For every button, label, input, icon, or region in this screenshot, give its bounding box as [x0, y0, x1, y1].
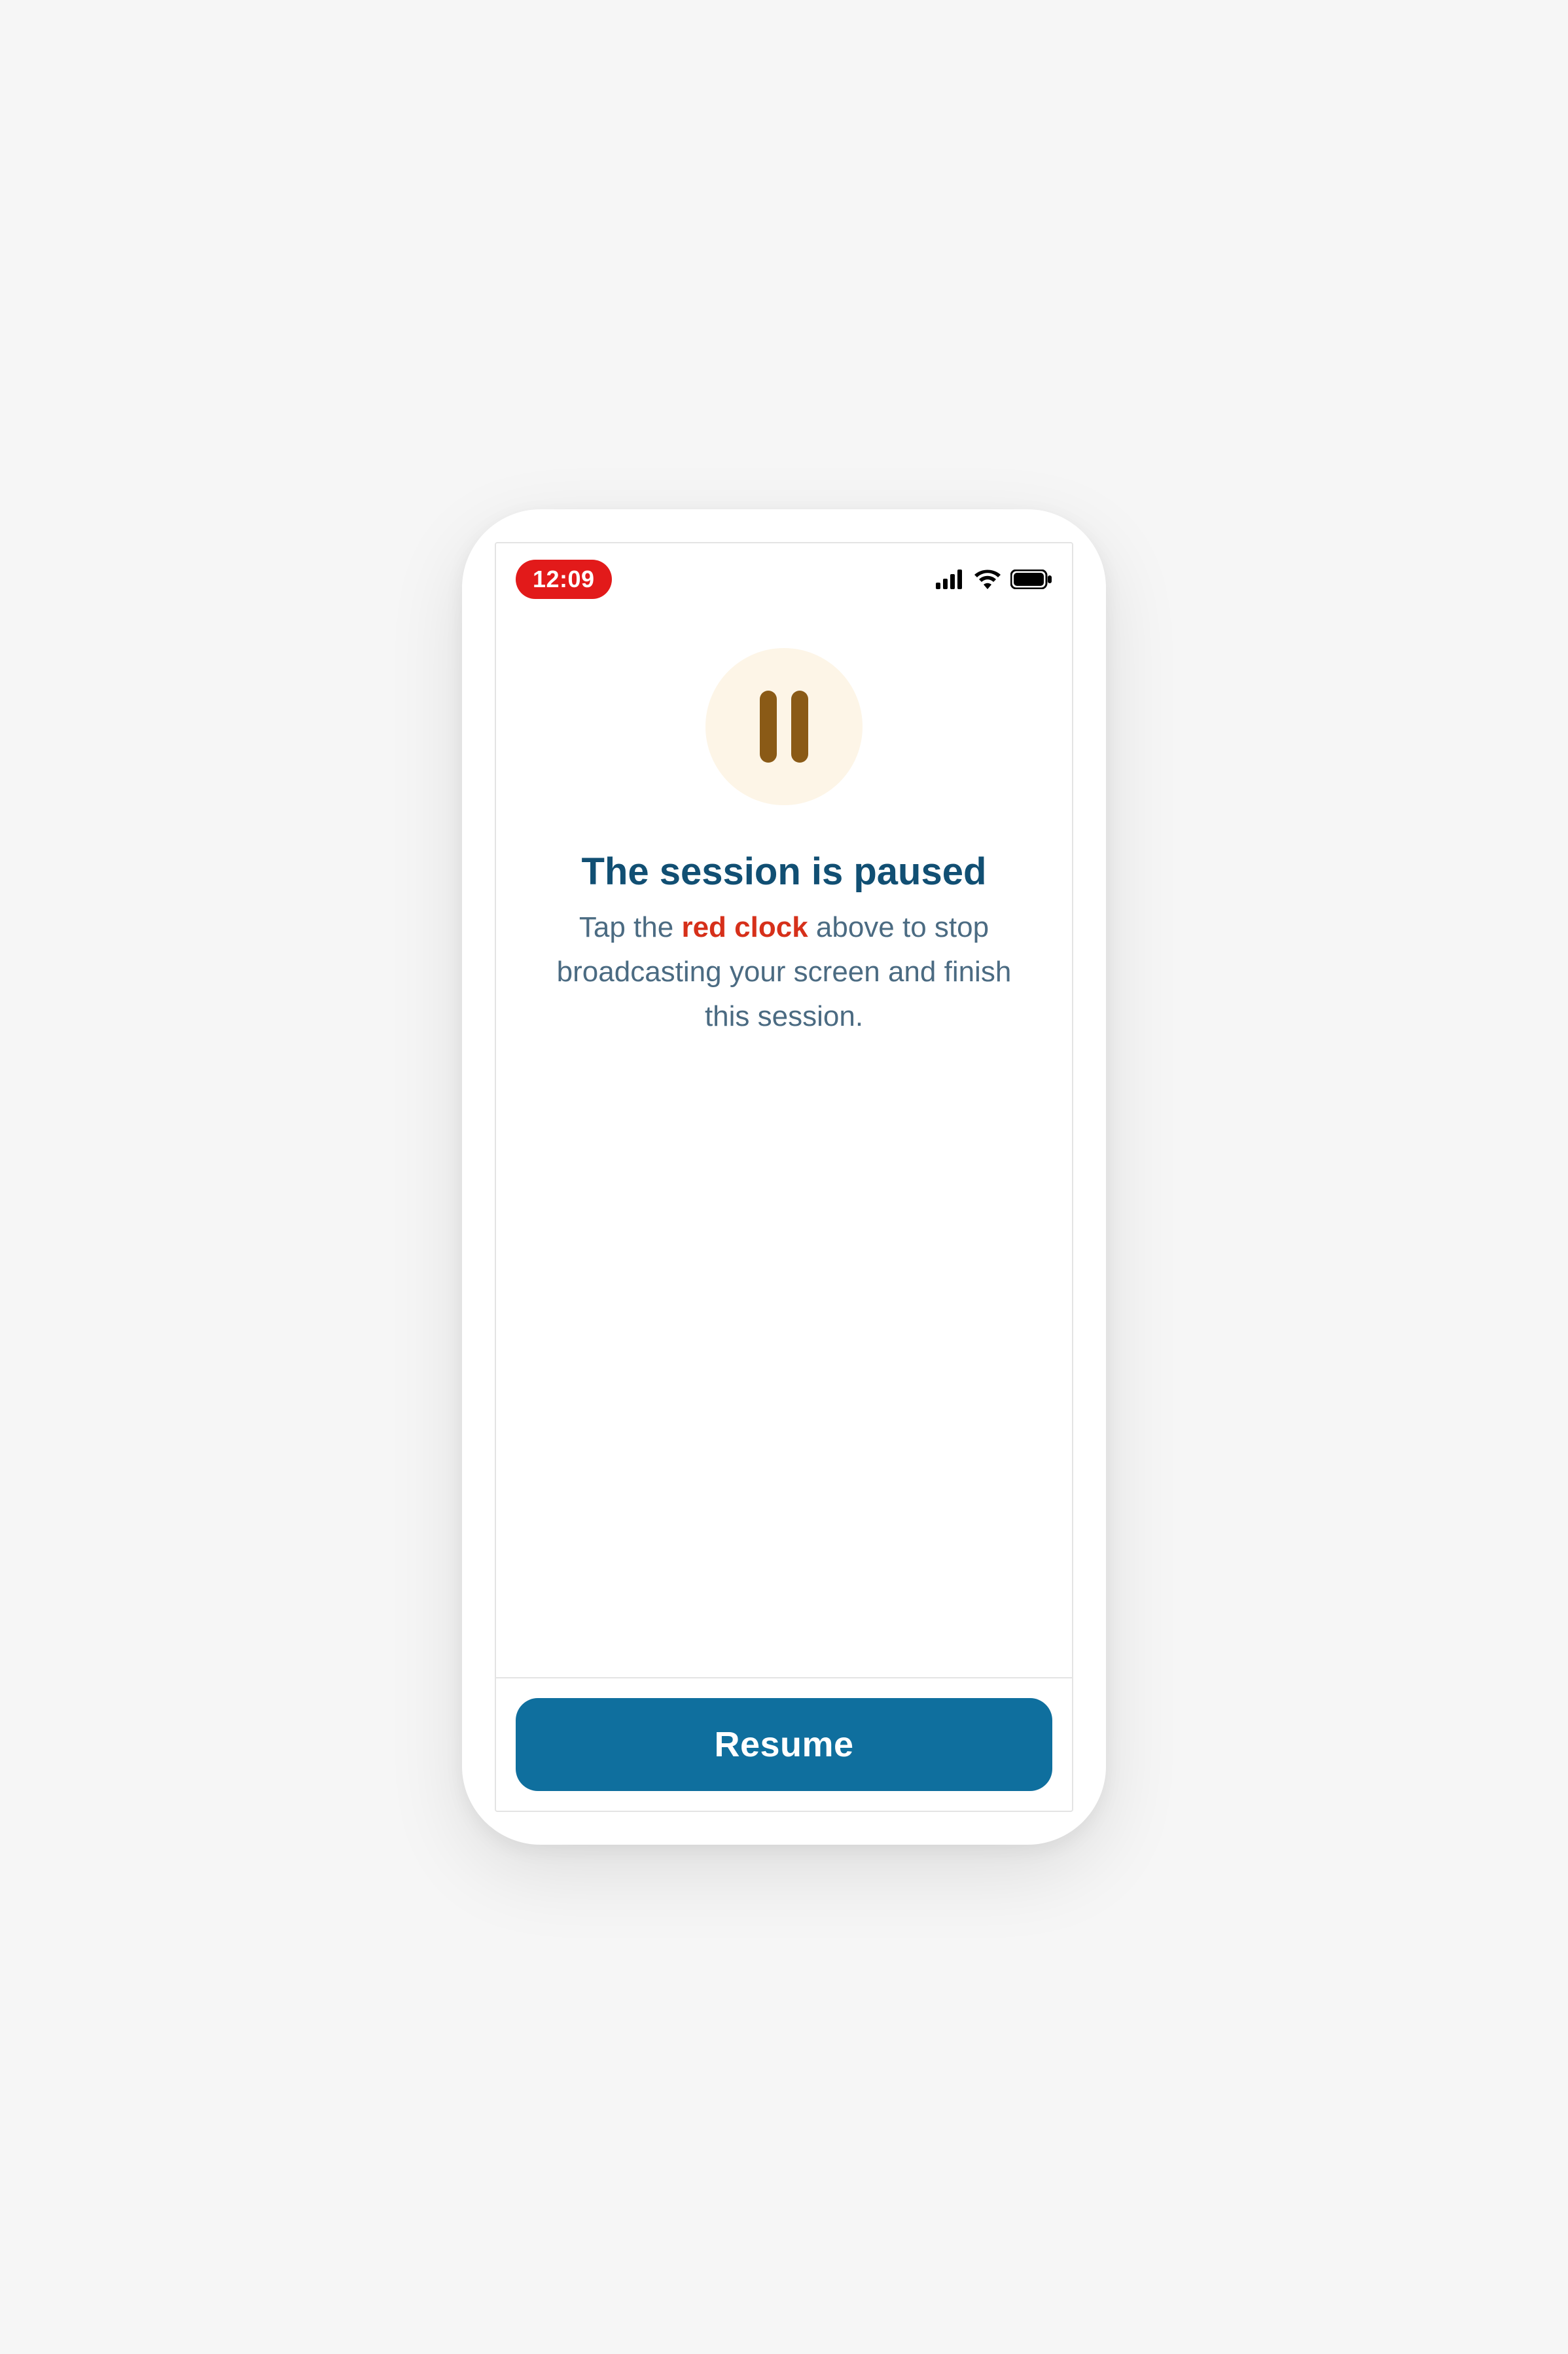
pause-description: Tap the red clock above to stop broadcas… [535, 905, 1033, 1040]
pause-icon [705, 648, 863, 805]
status-time: 12:09 [533, 560, 595, 599]
cellular-signal-icon [936, 570, 965, 589]
footer: Resume [496, 1677, 1072, 1811]
pause-description-highlight: red clock [681, 911, 808, 943]
status-bar: 12:09 [496, 543, 1072, 615]
resume-button[interactable]: Resume [516, 1698, 1052, 1791]
main-content: The session is paused Tap the red clock … [496, 615, 1072, 1677]
pause-bar-right [791, 691, 808, 763]
pause-description-pre: Tap the [579, 911, 682, 943]
stage: 12:09 [0, 0, 1568, 2354]
phone-frame: 12:09 [462, 509, 1106, 1845]
pause-title: The session is paused [582, 850, 987, 894]
phone-screen: 12:09 [495, 542, 1073, 1812]
pause-bar-left [760, 691, 777, 763]
wifi-icon [974, 570, 1001, 589]
status-indicators [936, 570, 1052, 589]
recording-time-pill[interactable]: 12:09 [516, 560, 612, 599]
battery-icon [1010, 570, 1052, 589]
